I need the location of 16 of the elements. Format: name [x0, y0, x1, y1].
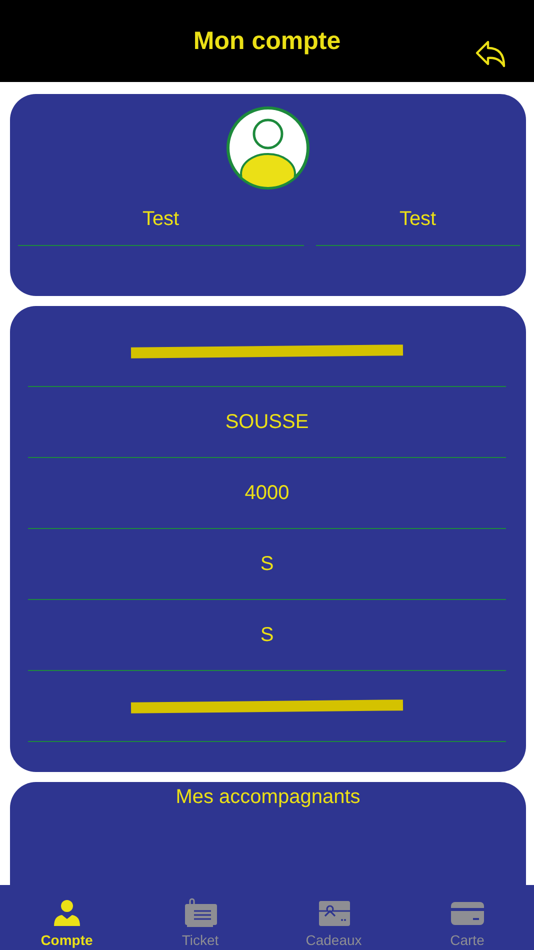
name-field[interactable]: Test: [316, 208, 520, 246]
tab[interactable]: Compte: [0, 885, 134, 950]
name-field[interactable]: Test: [18, 208, 304, 246]
page-title: Mon compte: [193, 26, 341, 56]
detail-field[interactable]: S: [28, 529, 506, 600]
avatar-icon: [226, 106, 310, 190]
section-title: Mes accompagnants: [176, 786, 360, 810]
detail-field[interactable]: SOUSSE: [28, 387, 506, 458]
field-value: S: [260, 624, 274, 646]
field-value: SOUSSE: [225, 410, 309, 434]
ticket-icon: [182, 898, 218, 928]
field-value: 4000: [244, 482, 290, 504]
back-button[interactable]: [474, 38, 508, 70]
field-value: S: [260, 552, 274, 576]
detail-field[interactable]: S: [28, 600, 506, 671]
detail-field[interactable]: 4000: [28, 458, 506, 529]
